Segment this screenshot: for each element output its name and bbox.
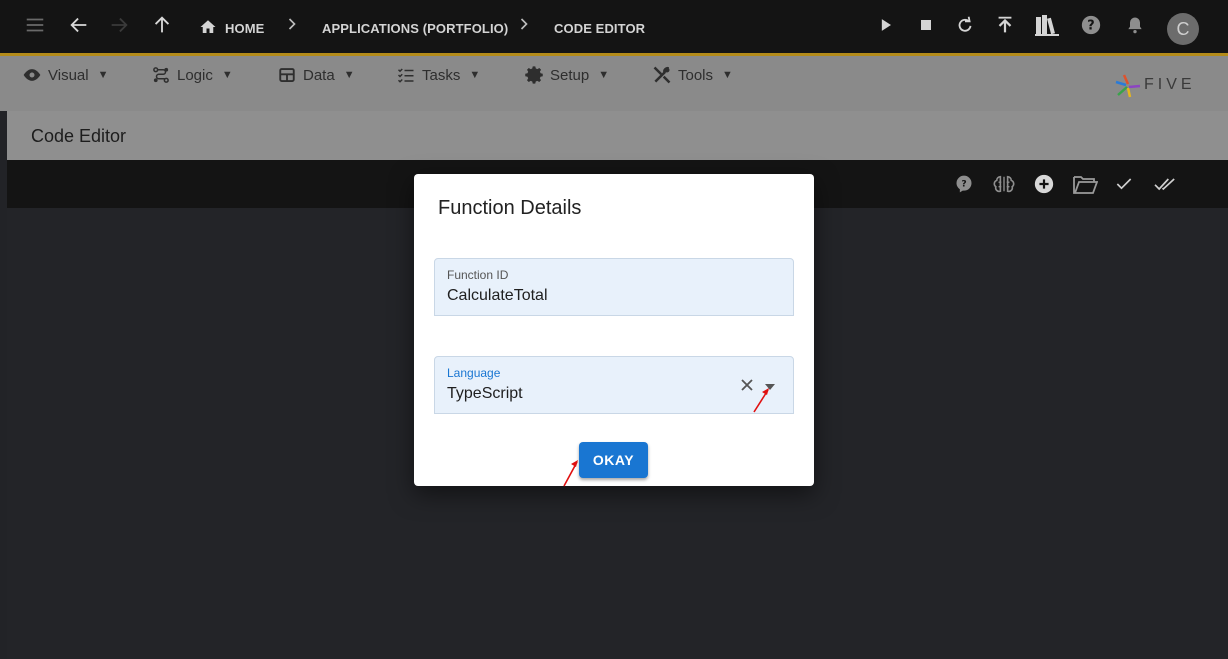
menu-visual-label: Visual	[48, 66, 89, 84]
avatar[interactable]: C	[1167, 13, 1199, 45]
caret-down-icon: ▼	[343, 69, 355, 81]
menu-visual[interactable]: Visual ▼	[22, 65, 108, 85]
dialog-title: Function Details	[438, 197, 582, 219]
breadcrumb-applications[interactable]: APPLICATIONS (PORTFOLIO)	[322, 21, 508, 36]
up-arrow-icon[interactable]	[150, 13, 174, 37]
svg-text:?: ?	[961, 179, 966, 190]
annotation-arrow-icon	[563, 460, 578, 487]
gear-icon	[525, 66, 543, 84]
tools-icon	[653, 66, 671, 84]
table-icon	[279, 68, 295, 82]
logic-icon	[153, 67, 169, 83]
function-id-label: Function ID	[447, 268, 509, 282]
stop-icon[interactable]	[914, 13, 938, 37]
menu-setup[interactable]: Setup ▼	[524, 65, 609, 85]
home-icon[interactable]	[198, 17, 218, 37]
caret-down-icon: ▼	[722, 69, 733, 81]
language-value[interactable]: TypeScript	[447, 385, 523, 403]
menu-tools[interactable]: Tools ▼	[652, 65, 733, 85]
hamburger-menu-icon[interactable]	[23, 13, 47, 37]
forward-arrow-icon[interactable]	[107, 13, 131, 37]
function-details-dialog: Function Details Function ID CalculateTo…	[414, 174, 814, 486]
menu-tasks[interactable]: Tasks ▼	[396, 65, 480, 85]
tasks-icon	[397, 68, 414, 83]
library-icon[interactable]	[1033, 13, 1061, 37]
function-id-field[interactable]: Function ID CalculateTotal	[434, 258, 794, 316]
help-bubble-icon[interactable]: ?	[952, 172, 976, 196]
language-label: Language	[447, 366, 501, 380]
caret-down-icon: ▼	[469, 69, 481, 81]
caret-down-icon: ▼	[97, 69, 109, 81]
breadcrumb-current: CODE EDITOR	[554, 21, 646, 36]
menu-data-label: Data	[303, 66, 335, 84]
page-title: Code Editor	[31, 126, 127, 146]
menu-data[interactable]: Data ▼	[277, 65, 355, 85]
language-select[interactable]: Language TypeScript	[434, 356, 794, 414]
chevron-right-icon	[514, 14, 534, 36]
menu-setup-label: Setup	[550, 66, 590, 84]
notification-bell-icon[interactable]	[1123, 13, 1147, 37]
five-logo-text: FIVE	[1144, 76, 1196, 93]
double-checkmark-icon[interactable]	[1151, 172, 1179, 196]
caret-down-icon: ▼	[221, 69, 233, 81]
menu-logic-label: Logic	[177, 66, 213, 84]
function-id-value[interactable]: CalculateTotal	[447, 287, 548, 305]
caret-down-icon: ▼	[598, 69, 610, 81]
main-menu-bar: Visual ▼ Logic ▼ Data ▼ Tasks ▼ Setup ▼ Tools…	[0, 56, 1228, 111]
page-header: Code Editor	[7, 111, 1228, 160]
menu-tools-label: Tools	[678, 66, 714, 84]
okay-button[interactable]: OKAY	[579, 442, 648, 478]
five-logo-mark-icon	[1115, 74, 1141, 98]
play-icon[interactable]	[874, 13, 898, 37]
brain-icon[interactable]	[992, 172, 1016, 196]
back-arrow-icon[interactable]	[67, 13, 91, 37]
svg-text:?: ?	[1087, 19, 1094, 34]
eye-icon	[23, 69, 41, 81]
avatar-initial: C	[1176, 18, 1190, 39]
add-circle-icon[interactable]	[1032, 172, 1056, 196]
help-icon[interactable]: ?	[1079, 13, 1103, 37]
chevron-right-icon	[282, 14, 302, 36]
menu-logic[interactable]: Logic ▼	[151, 65, 233, 85]
top-bar: HOME APPLICATIONS (PORTFOLIO) CODE EDITO…	[0, 0, 1228, 56]
menu-tasks-label: Tasks	[422, 66, 461, 84]
refresh-icon[interactable]	[953, 13, 977, 37]
publish-icon[interactable]	[993, 13, 1017, 37]
open-folder-icon[interactable]	[1071, 172, 1099, 196]
annotation-arrow-icon	[753, 388, 769, 413]
breadcrumb-home[interactable]: HOME	[225, 21, 264, 36]
checkmark-icon[interactable]	[1112, 172, 1136, 196]
